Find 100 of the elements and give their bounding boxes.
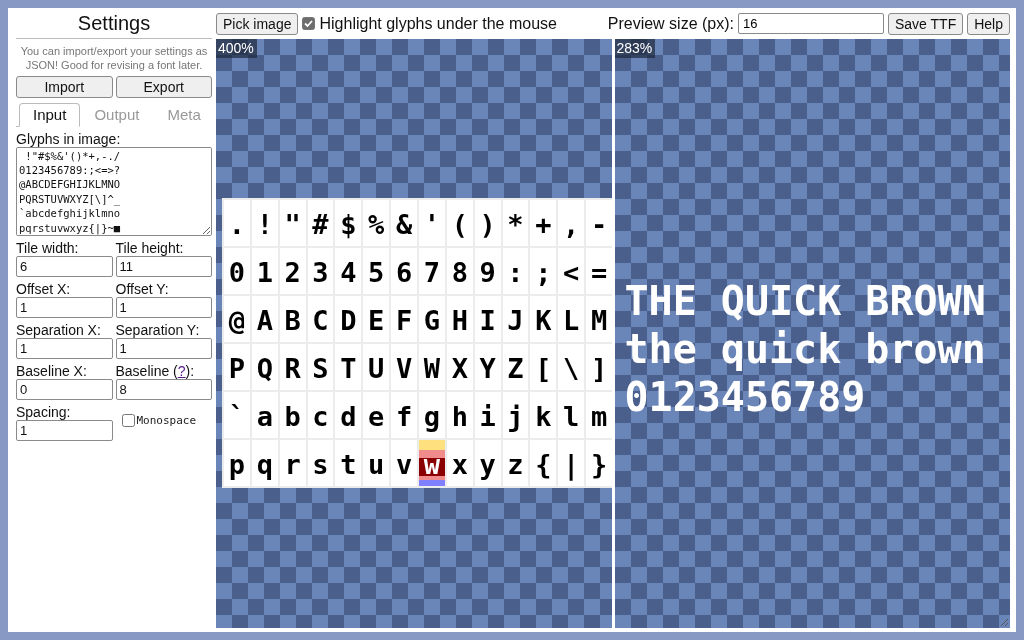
glyph-cell[interactable]: %: [363, 200, 390, 246]
glyph-cell[interactable]: R: [279, 344, 306, 390]
glyph-cell[interactable]: T: [335, 344, 362, 390]
glyph-cell[interactable]: b: [279, 392, 306, 438]
glyph-cell[interactable]: w: [419, 440, 445, 486]
glyph-cell[interactable]: 8: [446, 248, 473, 294]
glyph-cell[interactable]: =: [586, 248, 612, 294]
glyph-cell[interactable]: !: [251, 200, 278, 246]
glyph-cell[interactable]: C: [307, 296, 334, 342]
glyph-cell[interactable]: s: [307, 440, 334, 486]
glyph-cell[interactable]: &: [391, 200, 417, 246]
glyph-cell[interactable]: ': [419, 200, 445, 246]
glyph-cell[interactable]: L: [558, 296, 585, 342]
glyph-cell[interactable]: 6: [391, 248, 417, 294]
glyph-cell[interactable]: I: [474, 296, 501, 342]
glyph-cell[interactable]: }: [586, 440, 612, 486]
glyph-cell[interactable]: 7: [419, 248, 445, 294]
highlight-checkbox[interactable]: [302, 17, 316, 30]
glyph-cell[interactable]: X: [446, 344, 473, 390]
glyph-cell[interactable]: u: [363, 440, 390, 486]
import-button[interactable]: Import: [16, 75, 113, 98]
number-field[interactable]: 1: [16, 296, 113, 318]
glyph-cell[interactable]: <: [558, 248, 585, 294]
glyph-cell[interactable]: k: [530, 392, 557, 438]
number-field[interactable]: 1: [115, 337, 212, 359]
glyph-cell[interactable]: (: [446, 200, 473, 246]
glyph-cell[interactable]: *: [502, 200, 529, 246]
glyph-cell[interactable]: `: [224, 392, 250, 438]
glyph-cell[interactable]: m: [586, 392, 612, 438]
glyphs-field[interactable]: !"#$%&'()*+,-./ 0123456789:;<=>? @ABCDEFGHIJKLMNO PQRSTUVWXYZ[\]^_ `abcdefghijklmno pqrstuvwxyz{|}~■: [16, 146, 212, 236]
glyph-cell[interactable]: ": [279, 200, 306, 246]
glyph-cell[interactable]: D: [335, 296, 362, 342]
glyph-cell[interactable]: j: [502, 392, 529, 438]
number-field[interactable]: 1: [16, 419, 113, 441]
glyph-cell[interactable]: E: [363, 296, 390, 342]
glyph-cell[interactable]: x: [446, 440, 473, 486]
glyph-cell[interactable]: r: [279, 440, 306, 486]
glyph-cell[interactable]: c: [307, 392, 334, 438]
glyph-cell[interactable]: 0: [224, 248, 250, 294]
glyph-cell[interactable]: @: [224, 296, 250, 342]
glyph-cell[interactable]: d: [335, 392, 362, 438]
glyph-cell[interactable]: ): [474, 200, 501, 246]
number-field[interactable]: 11: [115, 255, 212, 277]
glyph-cell[interactable]: p: [224, 440, 250, 486]
glyph-cell[interactable]: 5: [363, 248, 390, 294]
glyph-cell[interactable]: ;: [530, 248, 557, 294]
pick-image-button[interactable]: Pick image: [216, 12, 299, 35]
glyph-cell[interactable]: #: [307, 200, 334, 246]
number-field[interactable]: 6: [16, 255, 113, 277]
glyph-cell[interactable]: B: [279, 296, 306, 342]
glyph-cell[interactable]: +: [530, 200, 557, 246]
number-field[interactable]: 0: [16, 378, 113, 400]
glyph-cell[interactable]: q: [251, 440, 278, 486]
glyph-cell[interactable]: a: [251, 392, 278, 438]
save-button[interactable]: Save TTF: [888, 12, 964, 35]
glyph-cell[interactable]: $: [335, 200, 362, 246]
glyph-cell[interactable]: H: [446, 296, 473, 342]
glyph-cell[interactable]: e: [363, 392, 390, 438]
glyph-cell[interactable]: :: [502, 248, 529, 294]
glyph-cell[interactable]: 2: [279, 248, 306, 294]
glyph-cell[interactable]: -: [586, 200, 612, 246]
export-button[interactable]: Export: [115, 75, 212, 98]
glyph-cell[interactable]: Y: [474, 344, 501, 390]
glyph-cell[interactable]: [: [530, 344, 557, 390]
glyph-cell[interactable]: y: [474, 440, 501, 486]
glyph-cell[interactable]: F: [391, 296, 417, 342]
glyph-cell[interactable]: 9: [474, 248, 501, 294]
glyph-cell[interactable]: A: [251, 296, 278, 342]
glyph-cell[interactable]: J: [502, 296, 529, 342]
glyph-cell[interactable]: M: [586, 296, 612, 342]
monospace-checkbox[interactable]: [121, 413, 135, 427]
glyph-cell[interactable]: V: [391, 344, 417, 390]
glyph-cell[interactable]: P: [224, 344, 250, 390]
number-field[interactable]: 8: [115, 378, 212, 400]
glyph-cell[interactable]: t: [335, 440, 362, 486]
glyph-cell[interactable]: v: [391, 440, 417, 486]
glyph-cell[interactable]: |: [558, 440, 585, 486]
glyph-cell[interactable]: Q: [251, 344, 278, 390]
number-field[interactable]: 1: [115, 296, 212, 318]
glyph-cell[interactable]: \: [558, 344, 585, 390]
glyph-cell[interactable]: Z: [502, 344, 529, 390]
glyph-cell[interactable]: 1: [251, 248, 278, 294]
glyph-cell[interactable]: 3: [307, 248, 334, 294]
glyph-cell[interactable]: ,: [558, 200, 585, 246]
glyph-cell[interactable]: U: [363, 344, 390, 390]
glyph-cell[interactable]: W: [419, 344, 445, 390]
glyph-cell[interactable]: S: [307, 344, 334, 390]
help-button[interactable]: Help: [967, 12, 1010, 35]
glyph-cell[interactable]: {: [530, 440, 557, 486]
glyph-cell[interactable]: f: [391, 392, 417, 438]
glyph-cell[interactable]: g: [419, 392, 445, 438]
tab[interactable]: Input: [19, 102, 81, 127]
glyph-cell[interactable]: 4: [335, 248, 362, 294]
glyph-cell[interactable]: K: [530, 296, 557, 342]
glyph-cell[interactable]: .: [224, 200, 250, 246]
glyph-cell[interactable]: h: [446, 392, 473, 438]
resize-grip-icon[interactable]: [1000, 618, 1009, 627]
glyph-cell[interactable]: z: [502, 440, 529, 486]
glyph-cell[interactable]: ]: [586, 344, 612, 390]
glyph-cell[interactable]: G: [419, 296, 445, 342]
